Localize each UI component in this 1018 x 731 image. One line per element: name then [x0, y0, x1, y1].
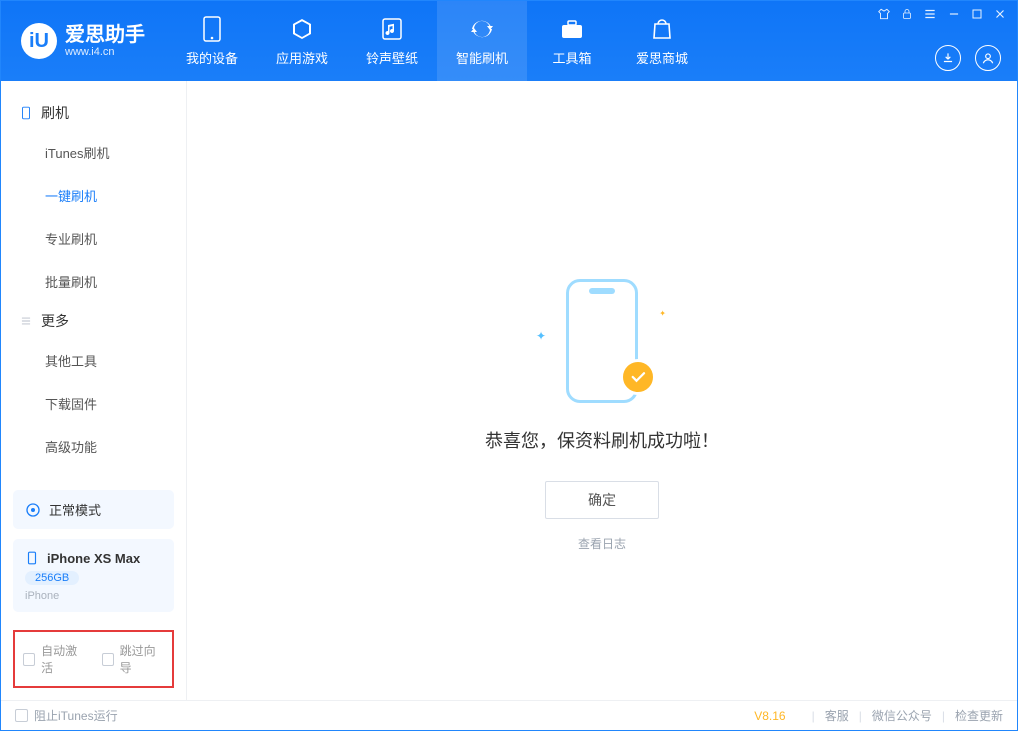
tab-store[interactable]: 爱思商城	[617, 1, 707, 81]
device-storage: 256GB	[25, 571, 79, 585]
mode-card[interactable]: 正常模式	[13, 490, 174, 529]
group-title: 刷机	[41, 103, 69, 123]
sidebar-item-pro[interactable]: 专业刷机	[1, 217, 186, 260]
view-log-link[interactable]: 查看日志	[578, 535, 626, 552]
titlebar: iU 爱思助手 www.i4.cn 我的设备 应用游戏 铃声壁纸 智能刷机 工具…	[1, 1, 1017, 81]
toolbox-icon	[559, 16, 585, 42]
sparkle-icon: ✦	[659, 309, 666, 318]
sidebar-item-oneclick[interactable]: 一键刷机	[1, 174, 186, 217]
phone-icon	[19, 106, 33, 120]
sidebar-item-other-tools[interactable]: 其他工具	[1, 339, 186, 382]
statusbar: 阻止iTunes运行 V8.16 | 客服 | 微信公众号 | 检查更新	[1, 700, 1017, 730]
checkbox-block-itunes[interactable]: 阻止iTunes运行	[15, 707, 118, 724]
main-content: ✦ ✦ 恭喜您，保资料刷机成功啦！ 确定 查看日志	[187, 81, 1017, 700]
tab-label: 应用游戏	[276, 48, 328, 67]
success-illustration: ✦ ✦	[542, 281, 662, 401]
tab-label: 爱思商城	[636, 48, 688, 67]
tab-ringtones[interactable]: 铃声壁纸	[347, 1, 437, 81]
tab-label: 工具箱	[552, 48, 591, 67]
tab-label: 我的设备	[186, 48, 238, 67]
tab-label: 铃声壁纸	[366, 48, 418, 67]
checkbox-label: 阻止iTunes运行	[34, 707, 118, 724]
music-icon	[379, 16, 405, 42]
device-type: iPhone	[25, 590, 162, 602]
check-badge-icon	[620, 359, 656, 395]
header-actions	[935, 45, 1001, 71]
checkbox-skip-guide[interactable]: 跳过向导	[102, 642, 165, 676]
version-label: V8.16	[754, 709, 785, 723]
sidebar-group-more: 更多	[1, 303, 186, 339]
success-message: 恭喜您，保资料刷机成功啦！	[485, 427, 719, 453]
refresh-shield-icon	[469, 16, 495, 42]
footer-link-service[interactable]: 客服	[825, 707, 849, 724]
cube-icon	[289, 16, 315, 42]
tshirt-icon[interactable]	[877, 7, 891, 21]
options-highlighted: 自动激活 跳过向导	[13, 630, 174, 688]
logo-icon: iU	[21, 23, 57, 59]
footer-link-update[interactable]: 检查更新	[955, 707, 1003, 724]
list-icon	[19, 314, 33, 328]
user-button[interactable]	[975, 45, 1001, 71]
mode-icon	[25, 502, 41, 518]
confirm-button[interactable]: 确定	[545, 481, 659, 519]
window-controls-top	[877, 7, 1007, 21]
app-name: 爱思助手	[65, 24, 145, 46]
checkbox-icon	[23, 653, 35, 666]
bag-icon	[649, 16, 675, 42]
menu-icon[interactable]	[923, 7, 937, 21]
footer-link-wechat[interactable]: 微信公众号	[872, 707, 932, 724]
download-button[interactable]	[935, 45, 961, 71]
tab-label: 智能刷机	[456, 48, 508, 67]
checkbox-label: 跳过向导	[120, 642, 164, 676]
sidebar-item-advanced[interactable]: 高级功能	[1, 425, 186, 468]
app-logo: iU 爱思助手 www.i4.cn	[1, 23, 159, 59]
tab-apps[interactable]: 应用游戏	[257, 1, 347, 81]
close-icon[interactable]	[993, 7, 1007, 21]
checkbox-auto-activate[interactable]: 自动激活	[23, 642, 86, 676]
sidebar-item-batch[interactable]: 批量刷机	[1, 260, 186, 303]
device-card[interactable]: iPhone XS Max 256GB iPhone	[13, 539, 174, 612]
main-tabs: 我的设备 应用游戏 铃声壁纸 智能刷机 工具箱 爱思商城	[167, 1, 707, 81]
sidebar: 刷机 iTunes刷机 一键刷机 专业刷机 批量刷机 更多 其他工具 下载固件 …	[1, 81, 187, 700]
device-icon	[25, 549, 39, 567]
sidebar-group-flash: 刷机	[1, 95, 186, 131]
checkbox-label: 自动激活	[41, 642, 85, 676]
sidebar-item-download-fw[interactable]: 下载固件	[1, 382, 186, 425]
mode-label: 正常模式	[49, 500, 101, 519]
lock-icon[interactable]	[901, 7, 913, 21]
tab-my-device[interactable]: 我的设备	[167, 1, 257, 81]
checkbox-icon	[102, 653, 114, 666]
maximize-icon[interactable]	[971, 8, 983, 20]
checkbox-icon	[15, 709, 28, 722]
sparkle-icon: ✦	[536, 329, 546, 343]
sidebar-item-itunes[interactable]: iTunes刷机	[1, 131, 186, 174]
minimize-icon[interactable]	[947, 7, 961, 21]
tab-flash[interactable]: 智能刷机	[437, 1, 527, 81]
device-icon	[199, 16, 225, 42]
app-site: www.i4.cn	[65, 46, 145, 58]
tab-toolbox[interactable]: 工具箱	[527, 1, 617, 81]
device-name: iPhone XS Max	[47, 551, 140, 566]
group-title: 更多	[41, 311, 69, 331]
